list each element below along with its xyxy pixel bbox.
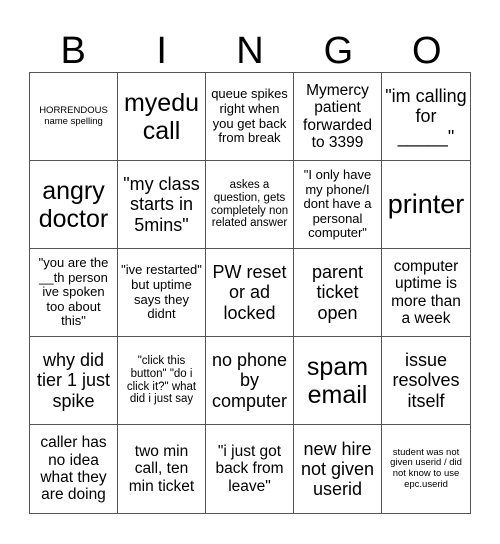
header-letter-i: I xyxy=(156,30,167,72)
bingo-cell[interactable]: myedu call xyxy=(118,73,206,161)
bingo-cell[interactable]: caller has no idea what they are doing xyxy=(30,425,118,513)
bingo-cell[interactable]: new hire not given userid xyxy=(294,425,382,513)
bingo-cell[interactable]: "click this button" "do i click it?" wha… xyxy=(118,337,206,425)
header-letter-n: N xyxy=(236,30,264,72)
bingo-cell[interactable]: PW reset or ad locked xyxy=(206,249,294,337)
bingo-cell[interactable]: "you are the __th person ive spoken too … xyxy=(30,249,118,337)
bingo-cell[interactable]: no phone by computer xyxy=(206,337,294,425)
bingo-cell[interactable]: askes a question, gets completely non re… xyxy=(206,161,294,249)
bingo-cell[interactable]: student was not given userid / did not k… xyxy=(382,425,470,513)
bingo-cell[interactable]: angry doctor xyxy=(30,161,118,249)
bingo-cell[interactable]: queue spikes right when you get back fro… xyxy=(206,73,294,161)
bingo-cell[interactable]: "i just got back from leave" xyxy=(206,425,294,513)
bingo-header: B I N G O xyxy=(29,30,471,72)
bingo-cell[interactable]: parent ticket open xyxy=(294,249,382,337)
bingo-cell[interactable]: why did tier 1 just spike xyxy=(30,337,118,425)
bingo-cell[interactable]: "im calling for _____" xyxy=(382,73,470,161)
bingo-cell[interactable]: two min call, ten min ticket xyxy=(118,425,206,513)
bingo-cell[interactable]: Mymercy patient forwarded to 3399 xyxy=(294,73,382,161)
bingo-grid: HORRENDOUS name spelling myedu call queu… xyxy=(29,72,471,514)
bingo-cell[interactable]: HORRENDOUS name spelling xyxy=(30,73,118,161)
bingo-cell[interactable]: issue resolves itself xyxy=(382,337,470,425)
header-letter-g: G xyxy=(323,30,354,72)
bingo-cell[interactable]: "my class starts in 5mins" xyxy=(118,161,206,249)
bingo-cell[interactable]: computer uptime is more than a week xyxy=(382,249,470,337)
bingo-cell[interactable]: spam email xyxy=(294,337,382,425)
bingo-cell[interactable]: printer xyxy=(382,161,470,249)
header-letter-o: O xyxy=(412,30,442,72)
bingo-cell[interactable]: "ive restarted" but uptime says they did… xyxy=(118,249,206,337)
bingo-cell[interactable]: "I only have my phone/I dont have a pers… xyxy=(294,161,382,249)
header-letter-b: B xyxy=(60,30,86,72)
